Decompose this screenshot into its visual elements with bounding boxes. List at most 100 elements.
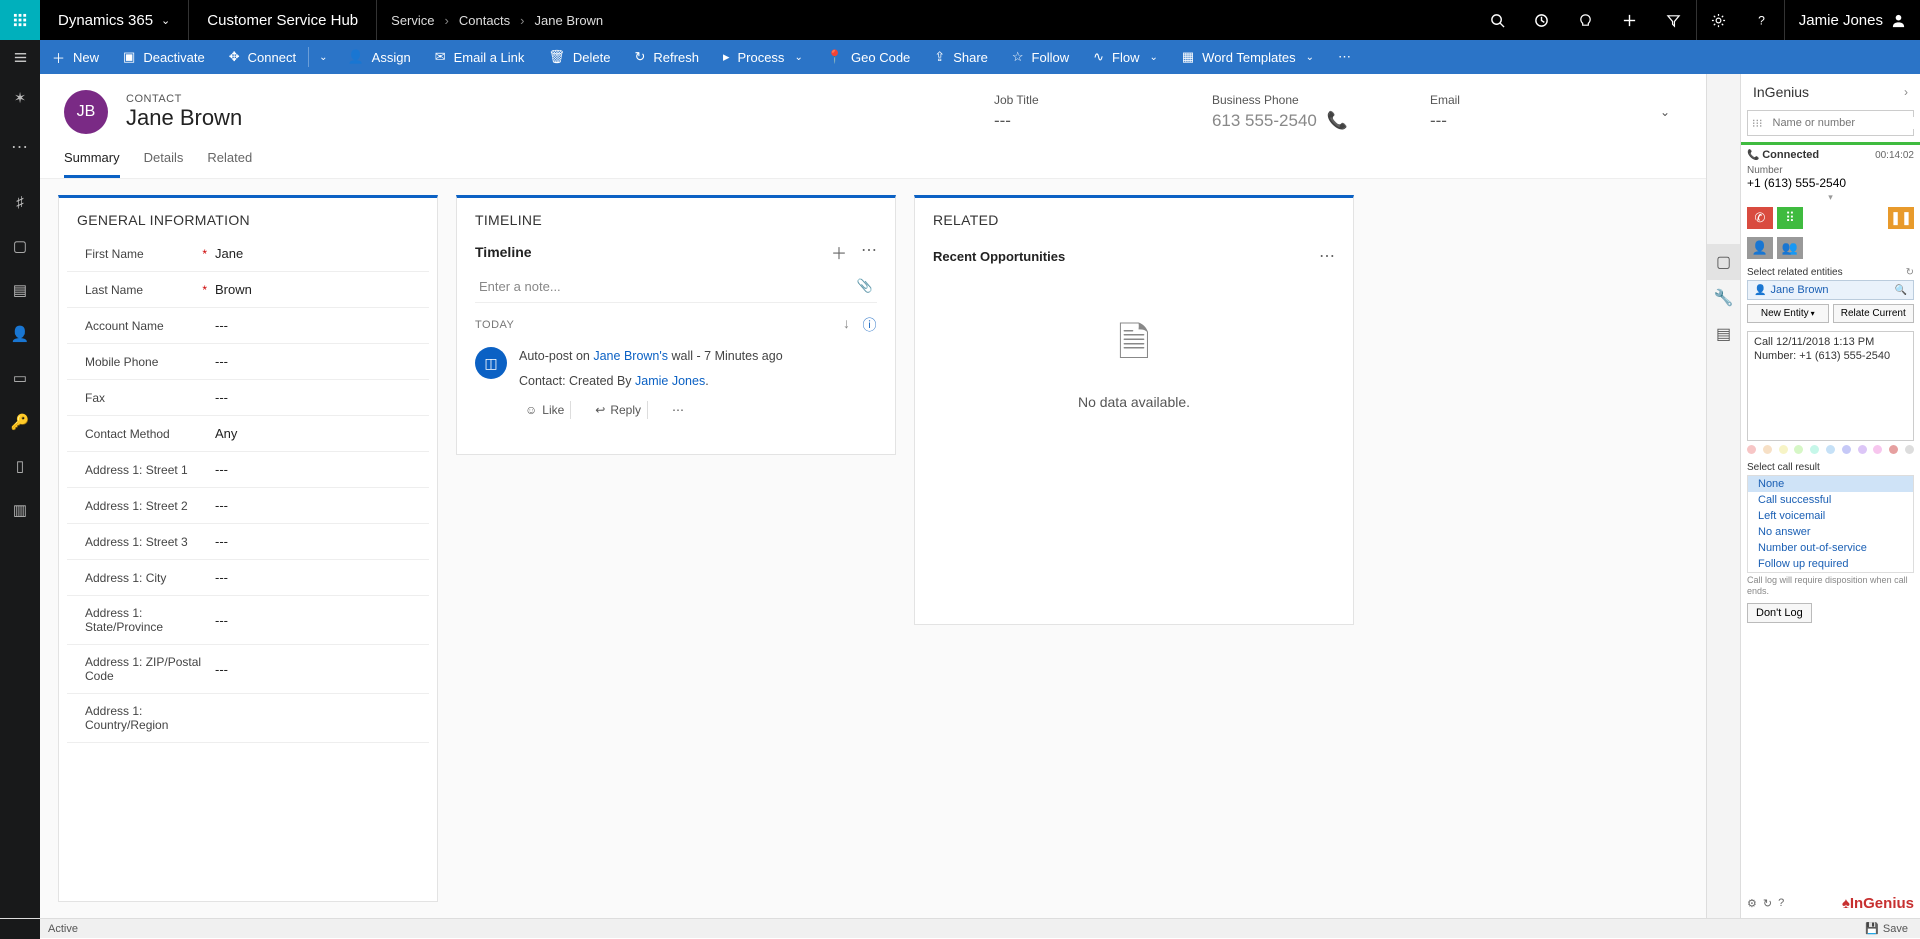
- tab-summary[interactable]: Summary: [64, 144, 120, 178]
- expand-arrow[interactable]: ▾: [1741, 192, 1920, 203]
- expand-header[interactable]: ⌄: [1648, 99, 1682, 125]
- attach-icon[interactable]: 📎: [857, 278, 873, 294]
- dont-log-button[interactable]: Don't Log: [1747, 603, 1812, 623]
- nav-toggle[interactable]: [0, 40, 40, 74]
- phone-value[interactable]: 613 555-2540: [1212, 111, 1317, 131]
- phone-icon[interactable]: 📞: [1327, 111, 1348, 131]
- add-icon[interactable]: [1608, 0, 1652, 40]
- geocode-button[interactable]: 📍Geo Code: [815, 40, 922, 74]
- new-entity-button[interactable]: New Entity▾: [1747, 304, 1829, 323]
- related-more[interactable]: ⋯: [1319, 246, 1335, 266]
- field-value[interactable]: Jane: [215, 246, 243, 261]
- tab-related[interactable]: Related: [207, 144, 252, 178]
- sidebar-icon-1[interactable]: ♯: [0, 182, 40, 222]
- connect-dropdown[interactable]: ⌄: [309, 40, 335, 74]
- field-value[interactable]: ---: [215, 354, 228, 369]
- call-result-option[interactable]: Left voicemail: [1748, 508, 1913, 524]
- post-more[interactable]: ⋯: [666, 401, 690, 419]
- follow-button[interactable]: ☆Follow: [1000, 40, 1081, 74]
- timeline-add[interactable]: ＋: [831, 240, 847, 264]
- field-row[interactable]: Address 1: Country/Region: [67, 694, 429, 743]
- panel-help-icon[interactable]: ?: [1778, 897, 1784, 910]
- email-link-button[interactable]: ✉Email a Link: [423, 40, 537, 74]
- field-row[interactable]: Fax---: [67, 380, 429, 416]
- sidebar-icon-5[interactable]: ▭: [0, 358, 40, 398]
- field-row[interactable]: Contact MethodAny: [67, 416, 429, 452]
- sidebar-pinned-icon[interactable]: ✶: [0, 78, 40, 118]
- crumb-service[interactable]: Service: [391, 13, 434, 28]
- new-button[interactable]: ＋New: [40, 40, 111, 74]
- field-row[interactable]: First NameJane: [67, 236, 429, 272]
- down-arrow-icon[interactable]: ↓: [843, 315, 851, 335]
- info-icon[interactable]: ⓘ: [863, 315, 878, 335]
- refresh-entities-icon[interactable]: ↻: [1906, 267, 1914, 278]
- field-value[interactable]: ---: [215, 498, 228, 513]
- panel-history-icon[interactable]: ↻: [1763, 897, 1772, 910]
- transfer-button[interactable]: 👤: [1747, 237, 1773, 259]
- field-value[interactable]: Any: [215, 426, 237, 441]
- field-row[interactable]: Address 1: Street 3---: [67, 524, 429, 560]
- filter-icon[interactable]: [1652, 0, 1696, 40]
- field-value[interactable]: ---: [215, 662, 228, 677]
- field-value[interactable]: ---: [215, 390, 228, 405]
- hub-name[interactable]: Customer Service Hub: [189, 0, 377, 40]
- like-button[interactable]: ☺Like: [519, 401, 571, 419]
- field-row[interactable]: Address 1: State/Province---: [67, 596, 429, 645]
- keypad-button[interactable]: ⠿: [1777, 207, 1803, 229]
- crumb-contacts[interactable]: Contacts: [459, 13, 510, 28]
- call-result-option[interactable]: Follow up required: [1748, 556, 1913, 572]
- job-title-value[interactable]: ---: [994, 111, 1011, 131]
- note-input[interactable]: Enter a note... 📎: [475, 270, 877, 303]
- sidebar-icon-3[interactable]: ▤: [0, 270, 40, 310]
- connect-button[interactable]: ✥Connect: [217, 40, 308, 74]
- call-notes[interactable]: Call 12/11/2018 1:13 PM Number: +1 (613)…: [1747, 331, 1914, 441]
- field-value[interactable]: ---: [215, 570, 228, 585]
- hold-button[interactable]: ❚❚: [1888, 207, 1914, 229]
- flow-button[interactable]: ∿Flow⌄: [1081, 40, 1170, 74]
- help-icon[interactable]: ?: [1740, 0, 1784, 40]
- deactivate-button[interactable]: ▣Deactivate: [111, 40, 217, 74]
- related-entity-link[interactable]: Jane Brown: [1770, 284, 1828, 296]
- dialpad-icon[interactable]: ⁝⁝⁝: [1748, 117, 1767, 130]
- email-value[interactable]: ---: [1430, 111, 1447, 131]
- relate-current-button[interactable]: Relate Current: [1833, 304, 1915, 323]
- sidebar-icon-4[interactable]: 👤: [0, 314, 40, 354]
- save-button[interactable]: 💾Save: [1865, 922, 1908, 935]
- call-result-option[interactable]: Number out-of-service: [1748, 540, 1913, 556]
- sidebar-icon-6[interactable]: 🔑: [0, 402, 40, 442]
- field-value[interactable]: ---: [215, 462, 228, 477]
- field-row[interactable]: Address 1: City---: [67, 560, 429, 596]
- share-button[interactable]: ⇪Share: [922, 40, 1000, 74]
- user-menu[interactable]: Jamie Jones: [1784, 0, 1920, 40]
- related-entity[interactable]: 👤 Jane Brown 🔍: [1747, 280, 1914, 300]
- field-value[interactable]: Brown: [215, 282, 252, 297]
- call-result-option[interactable]: Call successful: [1748, 492, 1913, 508]
- assign-button[interactable]: 👤Assign: [335, 40, 422, 74]
- field-row[interactable]: Account Name---: [67, 308, 429, 344]
- field-row[interactable]: Address 1: Street 1---: [67, 452, 429, 488]
- word-templates-button[interactable]: ▦Word Templates⌄: [1170, 40, 1326, 74]
- lightbulb-icon[interactable]: [1564, 0, 1608, 40]
- panel-collapse-icon[interactable]: ›: [1904, 85, 1908, 99]
- field-row[interactable]: Mobile Phone---: [67, 344, 429, 380]
- more-commands[interactable]: ⋯: [1326, 40, 1363, 74]
- tab-details[interactable]: Details: [144, 144, 184, 178]
- field-value[interactable]: ---: [215, 318, 228, 333]
- panel-gear-icon[interactable]: ⚙: [1747, 897, 1757, 910]
- field-value[interactable]: ---: [215, 613, 228, 628]
- brand[interactable]: Dynamics 365 ⌄: [40, 0, 189, 40]
- call-result-option[interactable]: None: [1748, 476, 1913, 492]
- refresh-button[interactable]: ↻Refresh: [623, 40, 711, 74]
- hangup-button[interactable]: ✆: [1747, 207, 1773, 229]
- sidebar-icon-2[interactable]: ▢: [0, 226, 40, 266]
- timeline-more[interactable]: ⋯: [861, 240, 877, 264]
- field-value[interactable]: ---: [215, 534, 228, 549]
- side-tab-2[interactable]: 🔧: [1707, 280, 1741, 316]
- sidebar-icon-7[interactable]: ▯: [0, 446, 40, 486]
- search-input[interactable]: [1767, 117, 1920, 129]
- field-row[interactable]: Last NameBrown: [67, 272, 429, 308]
- app-launcher[interactable]: [0, 0, 40, 40]
- crumb-current[interactable]: Jane Brown: [535, 13, 604, 28]
- call-result-option[interactable]: No answer: [1748, 524, 1913, 540]
- conference-button[interactable]: 👥: [1777, 237, 1803, 259]
